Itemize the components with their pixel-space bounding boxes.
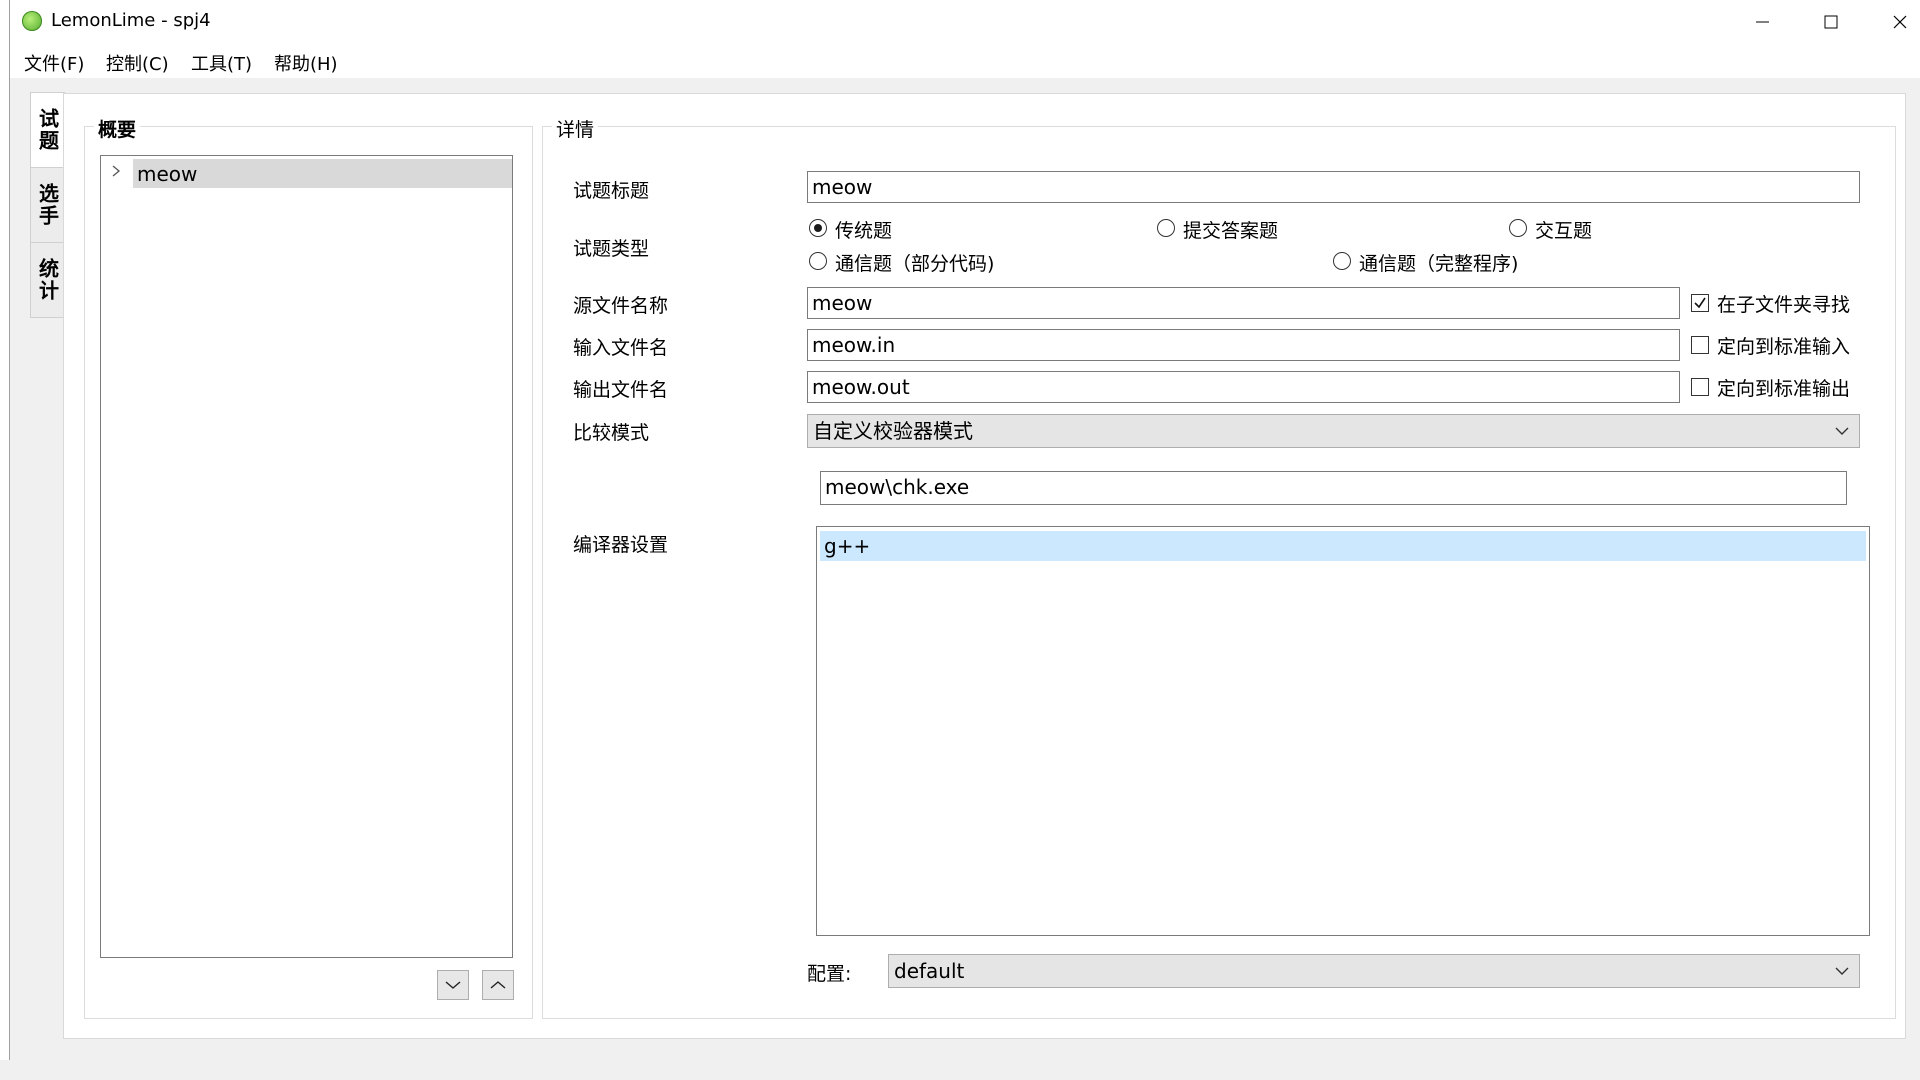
tab-statistics-label: 统计: [35, 258, 60, 302]
input-file-label: 输入文件名: [573, 337, 669, 359]
radio-answer-only[interactable]: [1157, 219, 1175, 237]
background-window-edge: [0, 1060, 10, 1080]
menu-control[interactable]: 控制(C): [106, 50, 169, 76]
problem-tree[interactable]: meow: [100, 155, 513, 958]
tab-problems-label: 试题: [35, 108, 60, 152]
config-label: 配置:: [807, 963, 852, 985]
compare-mode-value: 自定义校验器模式: [813, 419, 973, 443]
output-file-input[interactable]: meow.out: [807, 371, 1680, 403]
menu-file[interactable]: 文件(F): [24, 50, 84, 76]
source-file-label: 源文件名称: [573, 295, 669, 317]
stdout-redirect-label: 定向到标准输出: [1717, 378, 1851, 400]
checker-path-input[interactable]: meow\chk.exe: [820, 471, 1847, 505]
details-title: 详情: [552, 115, 599, 142]
main-window: LemonLime - spj4 文件(F) 控制(C) 工具(T) 帮助(H)…: [10, 0, 1920, 1080]
compiler-item-label: g++: [824, 534, 871, 558]
radio-communication-partial[interactable]: [809, 252, 827, 270]
tree-item-label: meow: [137, 162, 198, 186]
chevron-down-icon: [445, 981, 461, 989]
title-bar[interactable]: LemonLime - spj4: [10, 0, 1920, 44]
tab-contestants[interactable]: 选手: [30, 167, 66, 243]
summary-title: 概要: [94, 115, 141, 142]
stdout-redirect-checkbox[interactable]: [1691, 378, 1709, 396]
close-icon: [1893, 15, 1907, 29]
compiler-list[interactable]: g++: [816, 526, 1870, 936]
menu-help[interactable]: 帮助(H): [274, 50, 338, 76]
chevron-right-icon[interactable]: [111, 164, 121, 178]
tree-item-meow[interactable]: meow: [133, 159, 512, 188]
radio-communication-partial-label: 通信题（部分代码): [835, 253, 995, 275]
window-title: LemonLime - spj4: [51, 10, 211, 31]
radio-traditional[interactable]: [809, 219, 827, 237]
move-down-button[interactable]: [437, 970, 469, 1000]
compare-mode-select[interactable]: 自定义校验器模式: [807, 414, 1860, 448]
menu-tools[interactable]: 工具(T): [191, 50, 252, 76]
check-mark-icon: [1694, 297, 1706, 309]
compiler-item-gpp[interactable]: g++: [820, 531, 1866, 561]
move-up-button[interactable]: [482, 970, 514, 1000]
stdin-redirect-label: 定向到标准输入: [1717, 336, 1851, 358]
compiler-settings-label: 编译器设置: [573, 534, 669, 556]
problem-type-label: 试题类型: [573, 238, 650, 260]
config-value: default: [894, 959, 965, 983]
radio-interaction-label: 交互题: [1535, 220, 1593, 242]
problem-title-label: 试题标题: [573, 180, 650, 202]
config-select[interactable]: default: [888, 954, 1860, 988]
tab-contestants-label: 选手: [35, 183, 60, 227]
chevron-up-icon: [490, 981, 506, 989]
source-file-input[interactable]: meow: [807, 287, 1680, 319]
radio-communication-full[interactable]: [1333, 252, 1351, 270]
minimize-button[interactable]: [1728, 0, 1796, 44]
radio-communication-full-label: 通信题（完整程序): [1359, 253, 1519, 275]
radio-interaction[interactable]: [1509, 219, 1527, 237]
radio-answer-only-label: 提交答案题: [1183, 220, 1279, 242]
input-file-input[interactable]: meow.in: [807, 329, 1680, 361]
subfolder-search-label: 在子文件夹寻找: [1717, 294, 1851, 316]
maximize-button[interactable]: [1796, 0, 1864, 44]
maximize-icon: [1824, 15, 1838, 29]
stdin-redirect-checkbox[interactable]: [1691, 336, 1709, 354]
lemon-app-icon: [22, 11, 42, 31]
menu-bar: 文件(F) 控制(C) 工具(T) 帮助(H): [10, 44, 1920, 78]
subfolder-search-checkbox[interactable]: [1691, 294, 1709, 312]
output-file-label: 输出文件名: [573, 379, 669, 401]
chevron-down-icon: [1835, 967, 1849, 975]
tab-problems[interactable]: 试题: [30, 92, 66, 168]
problem-title-input[interactable]: meow: [807, 171, 1860, 203]
chevron-down-icon: [1835, 427, 1849, 435]
radio-traditional-label: 传统题: [835, 220, 893, 242]
minimize-icon: [1756, 21, 1769, 23]
tab-statistics[interactable]: 统计: [30, 242, 66, 318]
compare-mode-label: 比较模式: [573, 422, 650, 444]
close-button[interactable]: [1866, 0, 1920, 44]
